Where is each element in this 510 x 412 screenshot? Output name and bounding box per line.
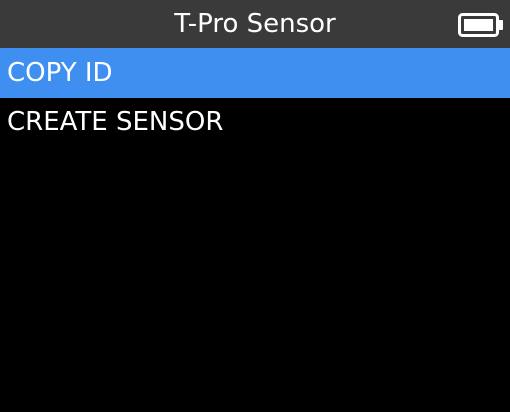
- menu-item-label: CREATE SENSOR: [7, 107, 224, 137]
- device-screen: T-Pro Sensor COPY ID CREATE SENSOR: [0, 0, 510, 412]
- menu-item-copy-id[interactable]: COPY ID: [0, 48, 510, 98]
- battery-full-icon: [458, 13, 503, 37]
- menu-item-label: COPY ID: [7, 58, 113, 88]
- title-bar: T-Pro Sensor: [0, 0, 510, 48]
- main-menu: COPY ID CREATE SENSOR: [0, 48, 510, 146]
- menu-item-create-sensor[interactable]: CREATE SENSOR: [0, 98, 510, 146]
- page-title: T-Pro Sensor: [174, 9, 336, 39]
